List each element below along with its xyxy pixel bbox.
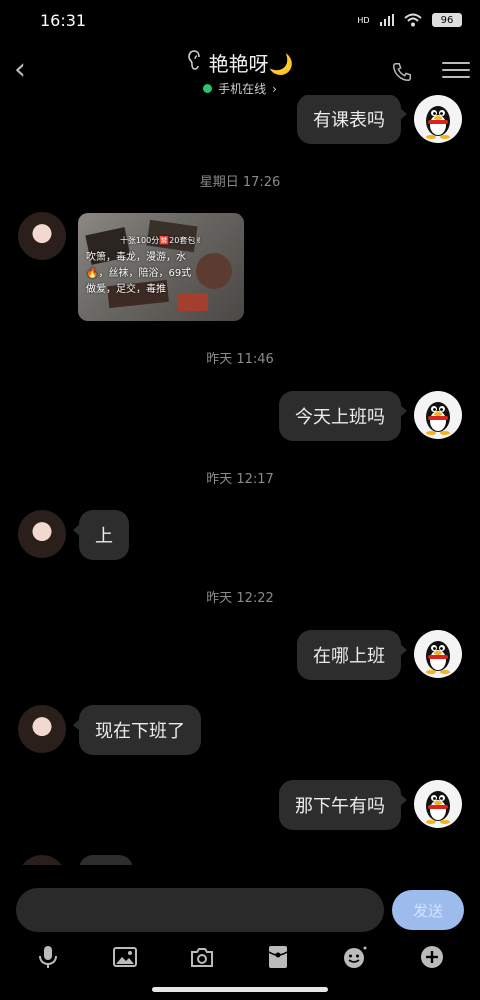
menu-icon bbox=[442, 62, 470, 64]
mic-icon bbox=[39, 946, 58, 968]
image-caption-title: 十张100分🈲20套包✌ bbox=[119, 236, 203, 245]
ear-icon bbox=[187, 50, 203, 75]
input-toolbar bbox=[0, 940, 480, 974]
status-icons: HD 96 bbox=[357, 13, 462, 27]
avatar-self[interactable] bbox=[414, 391, 462, 439]
camera-button[interactable] bbox=[186, 941, 218, 973]
avatar-contact[interactable] bbox=[18, 510, 66, 558]
red-packet-button[interactable] bbox=[262, 941, 294, 973]
timestamp: 昨天 12:22 bbox=[206, 591, 274, 606]
battery-icon: 96 bbox=[432, 13, 462, 27]
send-button[interactable]: 发送 bbox=[392, 890, 464, 930]
timestamp: 星期日 17:26 bbox=[199, 175, 281, 190]
more-button[interactable] bbox=[416, 941, 448, 973]
message-input[interactable] bbox=[16, 888, 384, 932]
message-bubble-incoming[interactable] bbox=[79, 855, 133, 865]
contact-title: 艳艳呀🌙 bbox=[187, 48, 294, 77]
chevron-right-icon: › bbox=[272, 81, 277, 96]
menu-button[interactable] bbox=[442, 56, 470, 84]
message-bubble-incoming[interactable]: 上 bbox=[73, 510, 129, 560]
home-indicator[interactable] bbox=[152, 987, 328, 992]
phone-button[interactable] bbox=[388, 58, 416, 86]
avatar-self[interactable] bbox=[414, 630, 462, 678]
wifi-icon bbox=[404, 13, 422, 27]
red-packet-icon bbox=[268, 946, 288, 968]
message-bubble-outgoing[interactable]: 有课表吗 bbox=[297, 95, 407, 144]
qq-penguin-icon bbox=[426, 641, 450, 674]
avatar-contact[interactable] bbox=[18, 212, 66, 260]
network-label: HD bbox=[357, 15, 370, 25]
qq-penguin-icon bbox=[426, 106, 450, 139]
message-bubble-outgoing[interactable]: 在哪上班 bbox=[297, 630, 407, 680]
qq-penguin-icon bbox=[426, 791, 450, 824]
status-bar: 16:31 HD 96 bbox=[0, 0, 480, 40]
timestamp: 昨天 12:17 bbox=[206, 472, 274, 487]
avatar-contact[interactable] bbox=[18, 855, 66, 865]
qq-penguin-icon bbox=[426, 402, 450, 435]
avatar-contact[interactable] bbox=[18, 705, 66, 753]
contact-name: 艳艳呀🌙 bbox=[208, 52, 294, 76]
message-bubble-outgoing[interactable]: 今天上班吗 bbox=[279, 391, 407, 441]
plus-icon bbox=[420, 946, 443, 968]
battery-level: 96 bbox=[440, 14, 454, 26]
chat-header: ‹ 艳艳呀🌙 手机在线 › bbox=[0, 40, 480, 102]
image-caption-line: 做爱，足交，毒推 bbox=[86, 284, 166, 295]
image-caption-line: 吹箫，毒龙，漫游，水 bbox=[86, 252, 186, 263]
message-bubble-incoming[interactable]: 现在下班了 bbox=[73, 705, 201, 755]
avatar-self[interactable] bbox=[414, 95, 462, 143]
image-caption: 十张100分🈲20套包✌ 吹箫，毒龙，漫游，水 🔥，丝袜，陪浴，69式 做爱，足… bbox=[78, 233, 244, 298]
emoji-icon bbox=[343, 946, 367, 968]
phone-icon bbox=[393, 63, 411, 81]
image-message[interactable]: 十张100分🈲20套包✌ 吹箫，毒龙，漫游，水 🔥，丝袜，陪浴，69式 做爱，足… bbox=[78, 213, 244, 321]
camera-icon bbox=[190, 948, 213, 967]
avatar-self[interactable] bbox=[414, 780, 462, 828]
image-icon bbox=[112, 947, 137, 967]
chat-area[interactable]: 有课表吗 星期日 17:26 十张100分🈲20套包✌ 吹箫，毒龙，漫游，水 🔥… bbox=[0, 95, 480, 865]
online-dot-icon bbox=[203, 84, 213, 93]
message-bubble-outgoing[interactable]: 那下午有吗 bbox=[279, 780, 407, 830]
voice-button[interactable] bbox=[32, 941, 64, 973]
image-caption-line: 🔥，丝袜，陪浴，69式 bbox=[86, 268, 192, 279]
timestamp: 昨天 11:46 bbox=[206, 352, 274, 367]
photo-button[interactable] bbox=[109, 941, 141, 973]
signal-icon bbox=[379, 14, 394, 26]
message-composer: 发送 bbox=[16, 888, 464, 932]
emoji-button[interactable] bbox=[339, 941, 371, 973]
status-time: 16:31 bbox=[40, 10, 87, 30]
